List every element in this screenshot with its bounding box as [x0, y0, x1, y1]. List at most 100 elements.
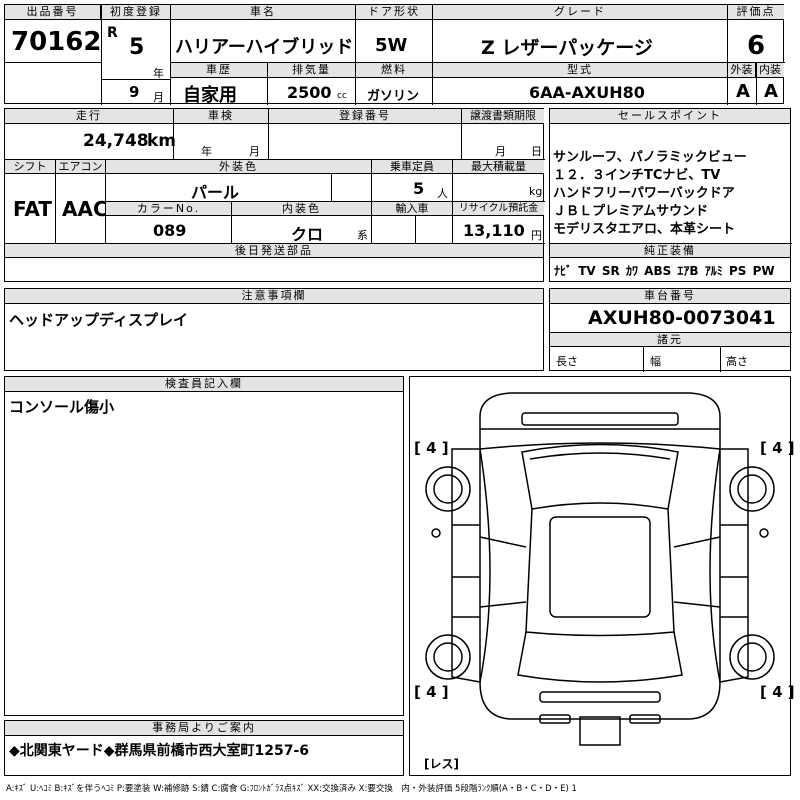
hood-outline [479, 429, 721, 450]
car-name-label: 車名 [171, 5, 355, 20]
exterior-color: パール [191, 183, 240, 202]
score-label: 評価点 [728, 5, 784, 20]
mileage: 24,748 [83, 131, 149, 151]
inspector-label: 検査員記入欄 [5, 377, 403, 392]
shift: FAT [13, 197, 52, 221]
vehicle-header-table: 出品番号 70162 初度登録 R 5 年 9 月 車名 ハリアーハイブリッド … [4, 4, 785, 106]
grade-label: グレード [433, 5, 727, 20]
right-body-curve [709, 448, 721, 683]
wheel-rear-right [729, 634, 775, 680]
left-pillar-line [479, 536, 527, 548]
front-window-frame [529, 452, 671, 460]
recycle-deposit: 13,110 [463, 221, 525, 240]
displacement-unit: cc [337, 91, 347, 101]
tire-front-left: [ 4 ] [414, 439, 449, 457]
right-pillar-line [673, 536, 721, 548]
fuel: ガソリン [367, 89, 420, 104]
load-unit: kg [529, 185, 543, 198]
displacement: 2500 [287, 83, 332, 102]
sales-point-line: １２．３インチTCナビ、TV [553, 168, 721, 183]
capacity-label: 乗車定員 [372, 160, 452, 174]
recycle-unit: 円 [531, 229, 542, 242]
score: 6 [747, 31, 766, 61]
left-pillar-line [479, 601, 527, 608]
transfer-day-unit: 日 [531, 145, 542, 158]
chassis-number: AXUH80-0073041 [588, 307, 776, 329]
chassis-box: 車台番号 AXUH80-0073041 諸元 長さ 幅 高さ [549, 288, 792, 372]
interior-label: 内装 [756, 63, 784, 78]
tire-front-right: [ 4 ] [760, 439, 795, 457]
standard-equipment-list: ﾅﾋﾞ TV SR ｶﾜ ABS ｴｱB ｱﾙﾐ PS PW [554, 262, 775, 279]
sales-point-line: サンルーフ、パノラミックビュー [553, 150, 747, 165]
shift-label: シフト [5, 160, 55, 174]
office-label: 事務局よりご案内 [5, 721, 403, 736]
interior-grade: A [764, 81, 778, 102]
recycle-deposit-label: リサイクル預託金 [453, 202, 544, 216]
mirror-left [431, 528, 441, 538]
inspection-month-unit: 月 [249, 145, 260, 158]
door-type-label: ドア形状 [356, 5, 432, 20]
tire-rear-right: [ 4 ] [760, 683, 795, 701]
equipment-item: SR [601, 264, 620, 278]
model-label: 型式 [433, 63, 727, 78]
wheel-rear-right-inner [737, 642, 767, 672]
vehicle-details-table: 走行 車検 登録番号 譲渡書類期限 24,748 km 年 月 月 日 シフト … [4, 108, 545, 282]
import-car-label: 輸入車 [372, 202, 452, 216]
capacity: 5 [413, 179, 425, 198]
transfer-deadline-label: 譲渡書類期限 [462, 109, 544, 124]
equipment-item: ｴｱB [677, 264, 699, 278]
model: 6AA-AXUH80 [529, 83, 645, 102]
rear-window-outline [517, 631, 683, 683]
width-label: 幅 [650, 355, 661, 368]
interior-color-label: 内装色 [232, 202, 371, 216]
wheel-front-right-inner [737, 474, 767, 504]
equipment-item: TV [578, 264, 596, 278]
air-conditioner: AAC [62, 197, 108, 221]
sunroof-outline [549, 516, 651, 618]
history: 自家用 [183, 85, 237, 106]
reg-year: 5 [129, 35, 145, 60]
wheel-front-right [729, 466, 775, 512]
height-label: 高さ [726, 355, 748, 368]
office-text: ◆北関東ヤード◆群馬県前橋市西大室町1257-6 [9, 743, 310, 759]
wheel-front-left [425, 466, 471, 512]
equipment-item: ﾅﾋﾞ [554, 264, 573, 278]
registration-number-label: 登録番号 [269, 109, 461, 124]
sales-point-line: モデリスタエアロ、本革シート [553, 222, 736, 237]
mileage-unit: km [147, 131, 177, 151]
right-side-outline [719, 448, 749, 683]
left-side-outline [451, 448, 481, 683]
equipment-item: ｶﾜ [625, 264, 638, 278]
left-body-curve [479, 448, 491, 683]
windshield-outline [521, 443, 679, 510]
right-pillar-line [673, 601, 721, 608]
color-number-label: カラーNo. [106, 202, 231, 216]
spare-tire-status: [レス] [424, 757, 459, 771]
displacement-label: 排気量 [268, 63, 355, 78]
fuel-label: 燃料 [356, 63, 432, 78]
mileage-label: 走行 [5, 109, 173, 124]
car-diagram [425, 392, 775, 746]
office-box: 事務局よりご案内 ◆北関東ヤード◆群馬県前橋市西大室町1257-6 [4, 720, 404, 776]
notes-box: 注意事項欄 ヘッドアップディスプレイ [4, 288, 544, 371]
sales-point-box: セールスポイント サンルーフ、パノラミックビュー １２．３インチTCナビ、TV … [549, 108, 792, 282]
interior-color: クロ [291, 225, 324, 244]
mirror-right [759, 528, 769, 538]
color-number: 089 [153, 221, 187, 240]
month-unit: 月 [153, 91, 164, 104]
reg-month: 9 [129, 83, 140, 101]
grade: Z レザーパッケージ [481, 37, 653, 59]
notes-text: ヘッドアップディスプレイ [9, 311, 188, 329]
length-label: 長さ [556, 355, 578, 368]
lot-number: 70162 [11, 27, 102, 57]
sales-point-line: ＪＢＬプレミアムサウンド [553, 204, 709, 219]
capacity-unit: 人 [437, 187, 448, 200]
exterior-label: 外装 [728, 63, 756, 78]
transfer-month-unit: 月 [495, 145, 506, 158]
rear-plate-area [539, 691, 661, 703]
inspector-text: コンソール傷小 [9, 398, 115, 416]
sales-point-line: ハンドフリーパワーバックドア [553, 186, 735, 201]
sales-point-list: サンルーフ、パノラミックビュー １２．３インチTCナビ、TV ハンドフリーパワー… [553, 149, 747, 239]
equipment-item: ｱﾙﾐ [704, 264, 723, 278]
car-name: ハリアーハイブリッド [175, 37, 354, 58]
